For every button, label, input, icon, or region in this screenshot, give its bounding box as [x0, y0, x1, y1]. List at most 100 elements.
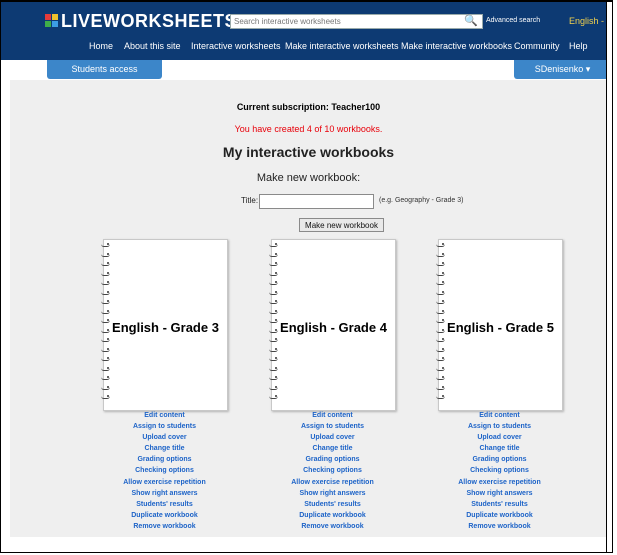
spiral-ring: [101, 395, 110, 399]
allow-exercise-repetition-link[interactable]: Allow exercise repetition: [438, 477, 561, 488]
logo-text: LIVEWORKSHEETS: [61, 11, 238, 31]
spiral-ring: [101, 376, 110, 380]
spiral-ring: [101, 271, 110, 276]
edit-content-link[interactable]: Edit content: [438, 410, 561, 421]
spiral-ring: [269, 347, 278, 352]
spiral-ring: [269, 281, 278, 285]
workbook-cover[interactable]: English - Grade 3: [101, 239, 228, 411]
spiral-ring: [436, 338, 445, 342]
page-title: My interactive workbooks: [222, 144, 395, 160]
duplicate-workbook-link[interactable]: Duplicate workbook: [103, 510, 226, 521]
spiral-ring: [269, 300, 278, 304]
spiral-ring: [436, 395, 445, 399]
remove-workbook-link[interactable]: Remove workbook: [271, 521, 394, 532]
workbook-title: English - Grade 4: [280, 320, 387, 335]
spiral-ring: [101, 243, 110, 247]
workbook-title: English - Grade 5: [447, 320, 554, 335]
spiral-ring: [269, 366, 278, 371]
grading-options-link[interactable]: Grading options: [271, 454, 394, 465]
show-right-answers-link[interactable]: Show right answers: [271, 488, 394, 499]
workbook-cover[interactable]: English - Grade 4: [269, 239, 396, 411]
spiral-ring: [436, 243, 445, 247]
grading-options-link[interactable]: Grading options: [438, 454, 561, 465]
show-right-answers-link[interactable]: Show right answers: [103, 488, 226, 499]
remove-workbook-link[interactable]: Remove workbook: [103, 521, 226, 532]
edit-content-link[interactable]: Edit content: [103, 410, 226, 421]
upload-cover-link[interactable]: Upload cover: [103, 432, 226, 443]
upload-cover-link[interactable]: Upload cover: [438, 432, 561, 443]
search-icon[interactable]: 🔍: [463, 15, 479, 28]
change-title-link[interactable]: Change title: [271, 443, 394, 454]
spiral-ring: [101, 281, 110, 285]
workbook-title-input[interactable]: [259, 194, 374, 209]
assign-to-students-link[interactable]: Assign to students: [103, 421, 226, 432]
workbook-cover[interactable]: English - Grade 5: [436, 239, 563, 411]
remove-workbook-link[interactable]: Remove workbook: [438, 521, 561, 532]
logo-icon: [45, 14, 59, 28]
students-results-link[interactable]: Students' results: [438, 499, 561, 510]
nav-about[interactable]: About this site: [124, 41, 181, 51]
students-results-link[interactable]: Students' results: [103, 499, 226, 510]
nav-interactive-worksheets[interactable]: Interactive worksheets: [191, 41, 281, 51]
spiral-ring: [269, 262, 278, 266]
subscription-text: Current subscription: Teacher100: [236, 102, 381, 112]
spiral-ring: [269, 385, 278, 390]
make-new-workbook-button[interactable]: Make new workbook: [299, 218, 384, 232]
nav-community[interactable]: Community: [514, 41, 560, 51]
nav-home[interactable]: Home: [89, 41, 113, 51]
students-results-link[interactable]: Students' results: [271, 499, 394, 510]
main-content: Current subscription: Teacher100 You hav…: [10, 80, 607, 537]
allow-exercise-repetition-link[interactable]: Allow exercise repetition: [103, 477, 226, 488]
spiral-ring: [436, 347, 445, 352]
upload-cover-link[interactable]: Upload cover: [271, 432, 394, 443]
spiral-ring: [101, 338, 110, 342]
assign-to-students-link[interactable]: Assign to students: [438, 421, 561, 432]
workbook-count-text: You have created 4 of 10 workbooks.: [234, 124, 383, 134]
spiral-ring: [101, 290, 110, 295]
spiral-ring: [101, 357, 110, 361]
scrollbar[interactable]: [606, 2, 612, 552]
spiral-ring: [101, 366, 110, 371]
spiral-ring: [436, 252, 445, 257]
search-input[interactable]: Search interactive worksheets: [230, 14, 483, 29]
title-label: Title:: [241, 196, 259, 205]
spiral-ring: [101, 300, 110, 304]
change-title-link[interactable]: Change title: [438, 443, 561, 454]
workbook-title: English - Grade 3: [112, 320, 219, 335]
nav-help[interactable]: Help: [569, 41, 588, 51]
change-title-link[interactable]: Change title: [103, 443, 226, 454]
spiral-ring: [269, 338, 278, 342]
edit-content-link[interactable]: Edit content: [271, 410, 394, 421]
duplicate-workbook-link[interactable]: Duplicate workbook: [271, 510, 394, 521]
spiral-ring: [436, 376, 445, 380]
main-nav: Home About this site Interactive workshe…: [1, 41, 612, 55]
students-access-button[interactable]: Students access: [47, 60, 162, 79]
workbook-actions: Edit content Assign to students Upload cov…: [271, 410, 394, 532]
spiral-ring: [436, 300, 445, 304]
spiral-ring: [436, 385, 445, 390]
grading-options-link[interactable]: Grading options: [103, 454, 226, 465]
user-menu[interactable]: SDenisenko ▾: [514, 60, 611, 79]
checking-options-link[interactable]: Checking options: [438, 465, 561, 476]
nav-make-workbooks[interactable]: Make interactive workbooks: [401, 41, 512, 51]
site-logo[interactable]: LIVEWORKSHEETS: [45, 11, 237, 32]
show-right-answers-link[interactable]: Show right answers: [438, 488, 561, 499]
spiral-ring: [269, 290, 278, 295]
assign-to-students-link[interactable]: Assign to students: [271, 421, 394, 432]
checking-options-link[interactable]: Checking options: [103, 465, 226, 476]
checking-options-link[interactable]: Checking options: [271, 465, 394, 476]
workbook-actions: Edit content Assign to students Upload cov…: [103, 410, 226, 532]
spiral-ring: [436, 271, 445, 276]
advanced-search-link[interactable]: Advanced search: [486, 17, 540, 24]
site-header: LIVEWORKSHEETS Search interactive worksh…: [1, 2, 612, 60]
spiral-ring: [269, 252, 278, 257]
browser-viewport: LIVEWORKSHEETS Search interactive worksh…: [0, 0, 613, 553]
spiral-ring: [269, 357, 278, 361]
spiral-ring: [436, 309, 445, 314]
spiral-ring: [436, 357, 445, 361]
allow-exercise-repetition-link[interactable]: Allow exercise repetition: [271, 477, 394, 488]
spiral-ring: [101, 262, 110, 266]
spiral-ring: [269, 243, 278, 247]
duplicate-workbook-link[interactable]: Duplicate workbook: [438, 510, 561, 521]
nav-make-worksheets[interactable]: Make interactive worksheets: [285, 41, 399, 51]
